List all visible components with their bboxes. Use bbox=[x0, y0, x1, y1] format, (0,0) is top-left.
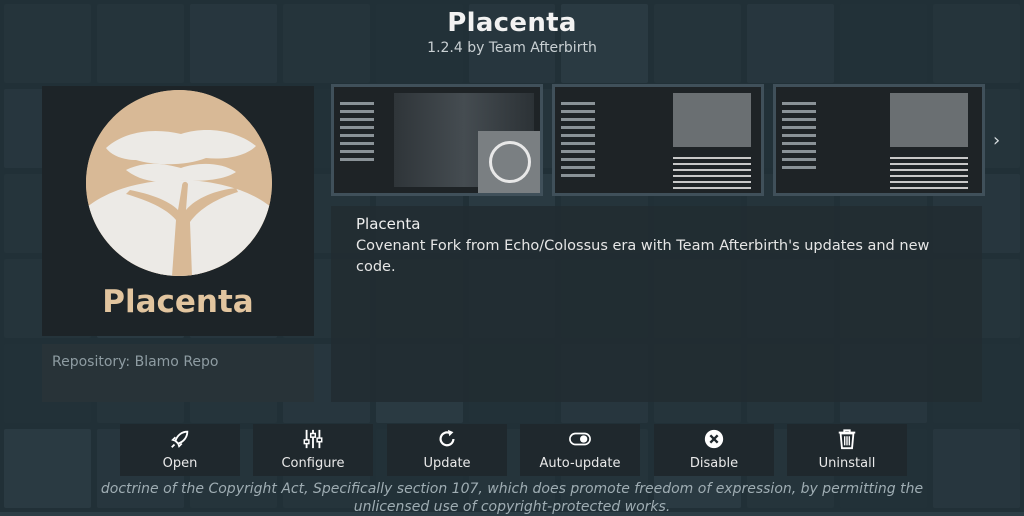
description-text: Covenant Fork from Echo/Colossus era wit… bbox=[356, 238, 930, 275]
sliders-icon bbox=[303, 429, 323, 449]
disable-button[interactable]: Disable bbox=[654, 424, 774, 476]
uninstall-label: Uninstall bbox=[818, 456, 876, 471]
open-label: Open bbox=[162, 456, 198, 471]
uninstall-button[interactable]: Uninstall bbox=[787, 424, 907, 476]
rocket-icon bbox=[171, 430, 189, 448]
configure-label: Configure bbox=[281, 456, 345, 471]
addon-version-author: 1.2.4 by Team Afterbirth bbox=[427, 40, 597, 56]
tree-logo-icon bbox=[86, 90, 272, 276]
repository-panel: Repository: Blamo Repo bbox=[42, 344, 314, 402]
disclaimer-ticker: doctrine of the Copyright Act, Specifica… bbox=[0, 480, 1024, 516]
screenshot-thumbnail[interactable] bbox=[773, 84, 985, 196]
refresh-icon bbox=[439, 429, 455, 447]
disclaimer-line: doctrine of the Copyright Act, Specifica… bbox=[100, 481, 924, 497]
update-label: Update bbox=[423, 456, 471, 471]
screenshot-thumbnail[interactable] bbox=[331, 84, 543, 196]
chevron-right-icon[interactable]: › bbox=[993, 130, 1000, 151]
film-reel-icon bbox=[478, 131, 540, 193]
screenshot-thumbnail[interactable] bbox=[552, 84, 764, 196]
trash-icon bbox=[838, 429, 856, 450]
description-panel: Placenta Covenant Fork from Echo/Colossu… bbox=[331, 206, 982, 402]
repository-label: Repository: Blamo Repo bbox=[52, 354, 219, 370]
addon-icon-panel: Placenta bbox=[42, 86, 314, 336]
disable-label: Disable bbox=[689, 456, 739, 471]
close-circle-icon bbox=[704, 429, 724, 449]
addon-header: Placenta 1.2.4 by Team Afterbirth bbox=[0, 8, 1024, 56]
description-title: Placenta bbox=[356, 215, 421, 233]
toggle-icon bbox=[569, 432, 591, 446]
auto-update-label: Auto-update bbox=[539, 456, 621, 471]
disclaimer-line: unlicensed use of copyright-protected wo… bbox=[353, 499, 671, 515]
auto-update-toggle[interactable]: Auto-update bbox=[520, 424, 640, 476]
logo-wordmark: Placenta bbox=[102, 284, 254, 320]
open-button[interactable]: Open bbox=[120, 424, 240, 476]
configure-button[interactable]: Configure bbox=[253, 424, 373, 476]
action-bar: Open Configure Update Auto-update Disabl… bbox=[120, 424, 908, 476]
addon-title: Placenta bbox=[447, 8, 577, 38]
update-button[interactable]: Update bbox=[387, 424, 507, 476]
screenshot-strip bbox=[331, 84, 985, 196]
